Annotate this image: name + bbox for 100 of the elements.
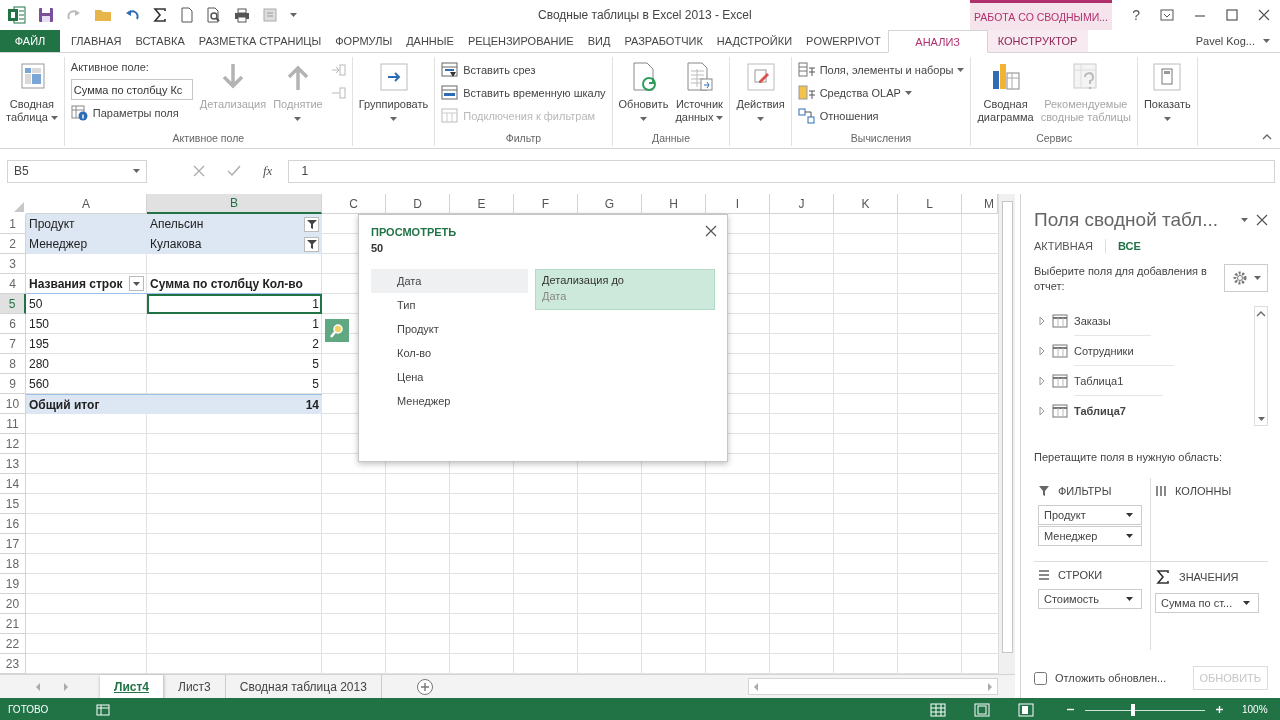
ribbon-tab[interactable]: ФОРМУЛЫ xyxy=(328,30,400,52)
field-item[interactable]: Продукт xyxy=(371,317,529,341)
plus-icon[interactable] xyxy=(1215,705,1224,714)
column-header[interactable]: J xyxy=(770,194,834,214)
column-header[interactable]: B xyxy=(147,194,322,214)
field-dropdown[interactable]: Стоимость xyxy=(1038,589,1142,609)
table-name[interactable]: Заказы xyxy=(1074,306,1151,336)
expand-icon[interactable] xyxy=(1038,346,1046,356)
ribbon-display-icon[interactable] xyxy=(1160,9,1174,21)
next-sheet-icon[interactable] xyxy=(62,681,70,692)
ribbon-button[interactable]: Источник данных xyxy=(673,59,726,126)
ribbon-button[interactable]: Вставить срез xyxy=(439,59,608,80)
table-name[interactable]: Сотрудники xyxy=(1074,336,1174,366)
column-header[interactable]: C xyxy=(322,194,386,214)
column-header[interactable]: K xyxy=(834,194,898,214)
field-dropdown[interactable]: Сумма по ст... xyxy=(1155,593,1259,613)
vertical-scrollbar[interactable] xyxy=(998,194,1015,674)
row-number[interactable]: 5 xyxy=(0,294,26,314)
column-header[interactable]: F xyxy=(514,194,578,214)
ribbon-tab[interactable]: РАЗРАБОТЧИК xyxy=(617,30,710,52)
ribbon-tab[interactable]: ВСТАВКА xyxy=(128,30,192,52)
quick-explore-button[interactable] xyxy=(325,319,349,342)
input-field[interactable]: Сумма по столбцу Кс xyxy=(70,79,193,100)
page-break-icon[interactable] xyxy=(1018,702,1034,717)
ribbon-tab[interactable]: ГЛАВНАЯ xyxy=(64,30,129,52)
field-item[interactable]: Кол-во xyxy=(371,341,529,365)
checkbox[interactable] xyxy=(1034,671,1047,685)
ribbon-button[interactable]: Поля, элементы и наборы xyxy=(795,59,967,80)
cancel-icon[interactable] xyxy=(193,165,205,177)
close-icon[interactable] xyxy=(705,225,717,237)
field-dropdown[interactable]: Продукт xyxy=(1038,505,1142,525)
pane-tab[interactable]: ВСЕ xyxy=(1117,240,1141,252)
column-header[interactable]: A xyxy=(26,194,147,214)
field-dropdown[interactable]: Менеджер xyxy=(1038,526,1142,546)
formula-input[interactable]: 1 xyxy=(288,159,1275,183)
field-item[interactable]: Цена xyxy=(371,365,529,389)
enter-icon[interactable] xyxy=(227,165,241,177)
close-icon[interactable] xyxy=(1258,9,1270,21)
column-header[interactable]: G xyxy=(578,194,642,214)
sigma-icon[interactable] xyxy=(152,7,168,23)
ribbon-button[interactable]: Показать xyxy=(1141,59,1193,128)
ribbon-tab[interactable]: КОНСТРУКТОР xyxy=(987,30,1088,52)
ribbon-tab[interactable]: POWERPIVOT xyxy=(799,30,888,52)
field-item[interactable]: Менеджер xyxy=(371,389,529,413)
ribbon-button[interactable]: Сводная таблица xyxy=(4,59,60,126)
prev-sheet-icon[interactable] xyxy=(34,681,42,692)
normal-view-icon[interactable] xyxy=(930,702,946,717)
ribbon-tab[interactable]: РЕЦЕНЗИРОВАНИЕ xyxy=(460,30,581,52)
ribbon-tab[interactable]: ВИД xyxy=(580,30,618,52)
ribbon-button[interactable]: Параметры поля xyxy=(68,102,195,123)
macro-icon[interactable] xyxy=(96,703,111,716)
expand-icon[interactable] xyxy=(1038,376,1046,386)
ribbon-tab[interactable]: НАДСТРОЙКИ xyxy=(709,30,800,52)
page-layout-icon[interactable] xyxy=(974,702,990,717)
ribbon-button[interactable]: Группировать xyxy=(356,59,431,128)
expand-icon[interactable] xyxy=(1038,406,1046,416)
ribbon-button[interactable]: Отношения xyxy=(795,105,967,126)
plus-circle-icon[interactable] xyxy=(415,677,434,696)
help-button[interactable]: ? xyxy=(1132,7,1140,23)
dropdown-button[interactable] xyxy=(129,276,144,291)
ribbon-tab[interactable]: ДАННЫЕ xyxy=(399,30,461,52)
pane-tab[interactable]: АКТИВНАЯ xyxy=(1034,240,1093,252)
save-icon[interactable] xyxy=(38,7,54,23)
close-icon[interactable] xyxy=(1256,214,1268,226)
column-header[interactable]: M xyxy=(962,194,998,214)
file-tab[interactable]: ФАЙЛ xyxy=(0,30,60,52)
document-icon[interactable] xyxy=(180,7,194,23)
vertical-scrollbar[interactable] xyxy=(1254,306,1268,426)
collapse-ribbon-icon[interactable] xyxy=(1262,134,1272,140)
name-box[interactable]: B5 xyxy=(7,159,147,183)
preview-icon[interactable] xyxy=(206,7,222,23)
column-header[interactable]: E xyxy=(450,194,514,214)
user-account-button[interactable]: Pavel Kog... xyxy=(1188,30,1280,52)
column-header[interactable]: H xyxy=(642,194,706,214)
printer-icon[interactable] xyxy=(234,7,250,23)
filter-button[interactable] xyxy=(304,236,319,252)
table-name[interactable]: Таблица7 xyxy=(1074,397,1166,425)
maximize-icon[interactable] xyxy=(1226,9,1238,21)
zoom-level[interactable]: 100% xyxy=(1242,704,1272,715)
field-item[interactable]: Дата xyxy=(371,269,529,293)
horizontal-scrollbar[interactable] xyxy=(748,678,998,695)
drill-down-option[interactable]: Детализация до Дата xyxy=(535,269,715,310)
table-name[interactable]: Таблица1 xyxy=(1074,366,1164,396)
ribbon-button[interactable]: Действия xyxy=(734,59,787,128)
insert-function-button[interactable]: fx xyxy=(263,163,273,179)
ribbon-button[interactable]: Вставить временную шкалу xyxy=(439,82,608,103)
column-header[interactable]: I xyxy=(706,194,770,214)
ribbon-button[interactable]: Средства OLAP xyxy=(795,82,967,103)
field-item[interactable]: Тип xyxy=(371,293,529,317)
ribbon-button[interactable]: Обновить xyxy=(616,59,671,128)
ribbon-button[interactable]: Сводная диаграмма xyxy=(975,59,1036,126)
ribbon-tab[interactable]: РАЗМЕТКА СТРАНИЦЫ xyxy=(191,30,329,52)
sheet-tab[interactable]: Лист4 xyxy=(100,675,165,698)
settings-button[interactable] xyxy=(1224,264,1268,292)
filter-button[interactable] xyxy=(304,216,319,232)
column-header[interactable]: L xyxy=(898,194,962,214)
ribbon-tab[interactable]: АНАЛИЗ xyxy=(887,30,988,53)
expand-icon[interactable] xyxy=(1038,316,1046,326)
slider-thumb[interactable] xyxy=(1131,703,1136,716)
column-header[interactable]: D xyxy=(386,194,450,214)
